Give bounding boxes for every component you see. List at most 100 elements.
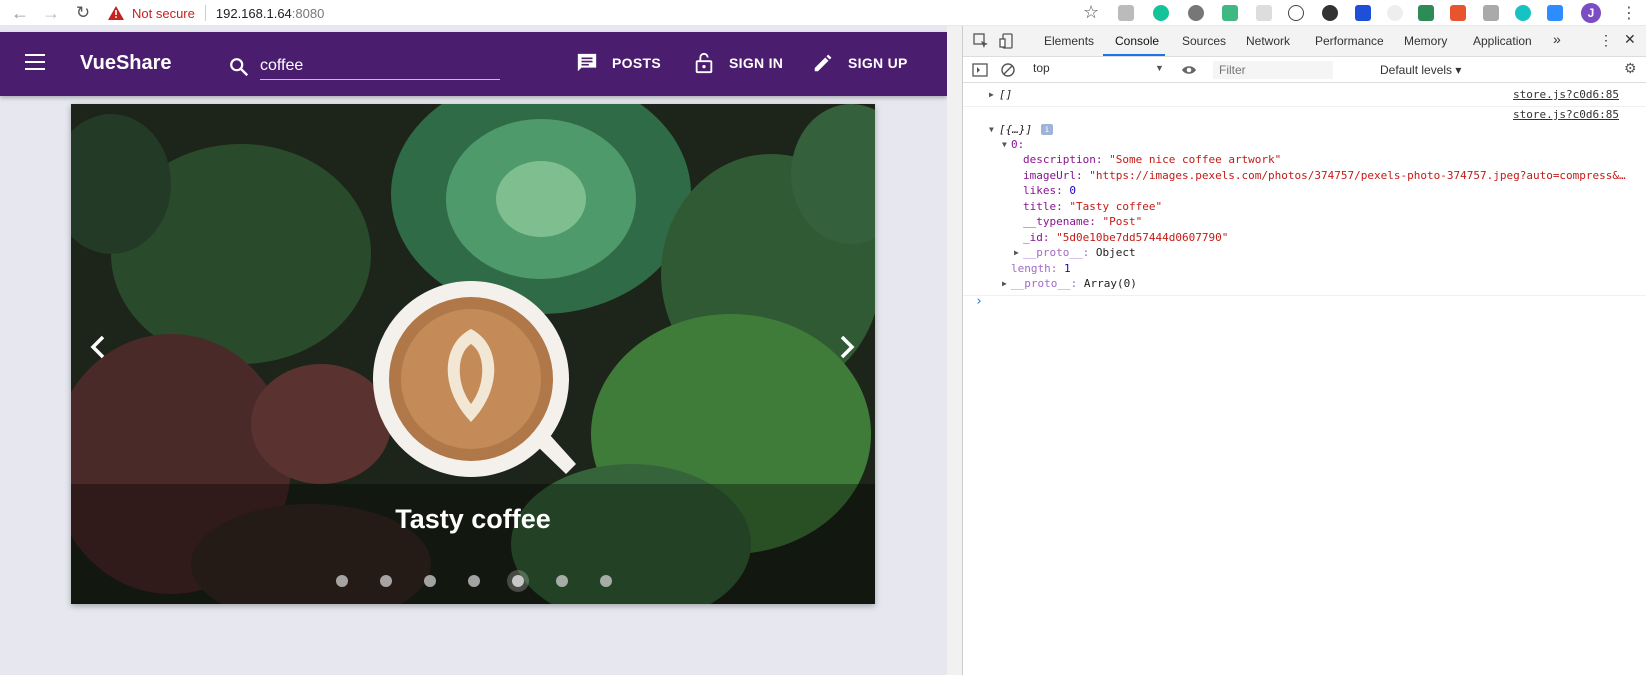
url-port[interactable]: :8080: [292, 6, 325, 21]
extension-icon[interactable]: [1418, 5, 1434, 21]
extension-icon[interactable]: [1387, 5, 1403, 21]
expand-triangle-icon[interactable]: ▶: [1002, 279, 1007, 288]
console-value: [{…}]: [999, 123, 1033, 136]
console-tree-row[interactable]: ▶ __proto__: Array(0): [963, 277, 1646, 293]
device-toggle-icon[interactable]: [999, 33, 1015, 49]
expand-triangle-icon[interactable]: ▶: [1014, 248, 1019, 257]
security-label[interactable]: Not secure: [132, 6, 195, 21]
console-tree-row: length: 1: [963, 262, 1646, 278]
brand-title[interactable]: VueShare: [80, 52, 172, 75]
eye-icon[interactable]: [1181, 62, 1197, 78]
object-key: __proto__:: [1023, 246, 1090, 259]
console-tree-row: imageUrl: "https://images.pexels.com/pho…: [963, 169, 1646, 185]
object-value: 1: [1063, 262, 1071, 275]
extension-icon[interactable]: [1118, 5, 1134, 21]
devtools-menu-icon[interactable]: ⋮: [1599, 32, 1613, 49]
extension-icon[interactable]: [1256, 5, 1272, 21]
more-tabs-icon[interactable]: »: [1553, 31, 1561, 47]
carousel-dot[interactable]: [336, 575, 348, 587]
web-page: VueShare POSTS SIGN IN SIGN UP: [0, 26, 947, 675]
back-arrow-icon[interactable]: ←: [10, 3, 30, 23]
object-value[interactable]: "https://images.pexels.com/photos/374757…: [1089, 169, 1625, 182]
close-icon[interactable]: ✕: [1624, 31, 1636, 48]
bookmark-star-icon[interactable]: ☆: [1083, 2, 1099, 23]
console-tree-row: likes: 0: [963, 184, 1646, 200]
source-link[interactable]: store.js?c0d6:85: [1513, 108, 1619, 121]
clear-console-icon[interactable]: [1000, 62, 1016, 78]
nav-posts-label: POSTS: [612, 55, 661, 71]
collapse-triangle-icon[interactable]: ▼: [1002, 140, 1007, 149]
console-entry[interactable]: store.js?c0d6:85: [963, 108, 1646, 124]
carousel-indicators: [71, 570, 875, 590]
carousel-dot[interactable]: [556, 575, 568, 587]
tab-elements[interactable]: Elements: [1044, 34, 1094, 48]
carousel-dot[interactable]: [380, 575, 392, 587]
tab-memory[interactable]: Memory: [1404, 34, 1447, 48]
kebab-menu-icon[interactable]: ⋮: [1621, 3, 1637, 23]
collapse-triangle-icon[interactable]: ▼: [989, 125, 994, 134]
search-input[interactable]: [260, 52, 500, 80]
tab-console[interactable]: Console: [1115, 34, 1159, 48]
hamburger-menu-icon[interactable]: [25, 54, 45, 70]
console-toolbar: top ▼ Default levels ▾ ⚙: [963, 57, 1646, 83]
grammarly-icon[interactable]: [1153, 5, 1169, 21]
log-levels-dropdown[interactable]: Default levels ▾: [1380, 63, 1461, 77]
url-host[interactable]: 192.168.1.64: [216, 6, 292, 21]
zoom-icon[interactable]: [1547, 5, 1563, 21]
search-icon: [230, 58, 249, 77]
extension-icon[interactable]: [1288, 5, 1304, 21]
chat-icon: [577, 53, 597, 72]
nav-signup-button[interactable]: SIGN UP: [812, 52, 908, 74]
extension-icon[interactable]: [1322, 5, 1338, 21]
tab-sources[interactable]: Sources: [1182, 34, 1226, 48]
tab-application[interactable]: Application: [1473, 34, 1532, 48]
forward-arrow-icon[interactable]: →: [41, 3, 61, 23]
expand-triangle-icon[interactable]: ▶: [989, 90, 994, 99]
devtools-resize-handle[interactable]: [947, 26, 963, 675]
lock-open-icon: [695, 52, 713, 74]
vue-devtools-icon[interactable]: [1222, 5, 1238, 21]
carousel-dot-active[interactable]: [512, 575, 524, 587]
console-entry[interactable]: ▶ [] store.js?c0d6:85: [963, 88, 1646, 104]
address-bar[interactable]: Not secure 192.168.1.64:8080: [108, 0, 324, 26]
console-value: []: [999, 88, 1013, 101]
nav-posts-button[interactable]: POSTS: [576, 52, 661, 74]
console-prompt[interactable]: ›: [975, 294, 983, 309]
chevron-left-icon[interactable]: [84, 332, 114, 362]
extension-icon[interactable]: [1515, 5, 1531, 21]
inspect-icon[interactable]: [973, 33, 989, 49]
sidebar-toggle-icon[interactable]: [972, 62, 988, 78]
object-key: length:: [1011, 262, 1058, 275]
settings-gear-icon[interactable]: ⚙: [1624, 60, 1637, 77]
console-filter-input[interactable]: [1213, 61, 1333, 79]
carousel-dot[interactable]: [468, 575, 480, 587]
extension-icon[interactable]: [1188, 5, 1204, 21]
object-key: 0:: [1011, 138, 1025, 151]
profile-avatar[interactable]: J: [1581, 3, 1601, 23]
extension-icon[interactable]: [1450, 5, 1466, 21]
console-entry[interactable]: ▼ [{…}] i: [963, 123, 1646, 139]
tab-performance[interactable]: Performance: [1315, 34, 1384, 48]
tab-network[interactable]: Network: [1246, 34, 1290, 48]
reload-icon[interactable]: ↻: [73, 3, 93, 23]
chevron-right-icon[interactable]: [831, 332, 861, 362]
context-selector[interactable]: top: [1033, 61, 1163, 78]
console-separator: [963, 106, 1646, 107]
post-carousel[interactable]: Tasty coffee: [71, 104, 875, 604]
chevron-down-icon[interactable]: ▼: [1155, 63, 1164, 73]
carousel-dot[interactable]: [424, 575, 436, 587]
info-icon[interactable]: i: [1041, 124, 1053, 135]
nav-signin-button[interactable]: SIGN IN: [693, 52, 783, 74]
console-tree-row: title: "Tasty coffee": [963, 200, 1646, 216]
browser-toolbar: ← → ↻ Not secure 192.168.1.64:8080 ☆ J ⋮: [0, 0, 1646, 26]
extension-icon[interactable]: [1483, 5, 1499, 21]
carousel-caption[interactable]: Tasty coffee: [71, 504, 875, 535]
object-key: title:: [1023, 200, 1063, 213]
carousel-dot[interactable]: [600, 575, 612, 587]
console-tree-row[interactable]: ▼ 0:: [963, 138, 1646, 154]
console-separator: [963, 295, 1646, 296]
console-tree-row[interactable]: ▶ __proto__: Object: [963, 246, 1646, 262]
extension-icon[interactable]: [1355, 5, 1371, 21]
source-link[interactable]: store.js?c0d6:85: [1513, 88, 1619, 101]
devtools-tab-bar: Elements Console Sources Network Perform…: [963, 26, 1646, 57]
